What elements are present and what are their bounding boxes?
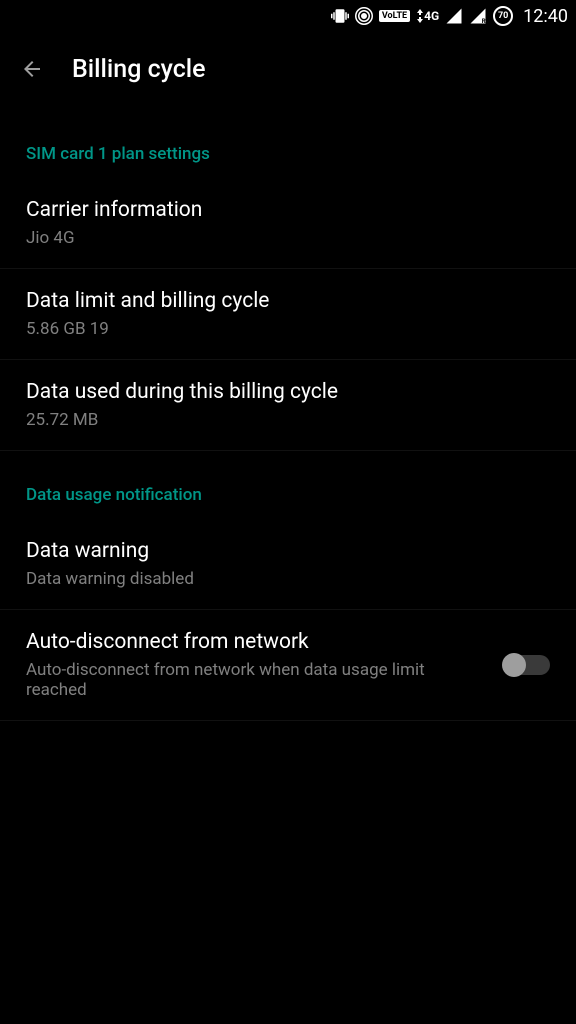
signal-icon-1 [445,7,463,25]
setting-data-warning[interactable]: Data warning Data warning disabled [0,519,576,610]
svg-text:R: R [482,18,486,25]
hotspot-icon [355,7,373,25]
auto-disconnect-toggle[interactable] [504,655,550,675]
network-type-indicator: 4G [416,9,439,23]
setting-title: Data used during this billing cycle [26,380,550,404]
setting-subtitle: 5.86 GB 19 [26,319,550,339]
setting-subtitle: Jio 4G [26,228,550,248]
setting-subtitle: Data warning disabled [26,569,550,589]
back-button[interactable] [20,57,44,81]
setting-subtitle: 25.72 MB [26,410,550,430]
setting-carrier-information[interactable]: Carrier information Jio 4G [0,178,576,269]
toggle-thumb [502,653,526,677]
section-header-data-usage-notification: Data usage notification [0,471,576,519]
status-bar: VoLTE 4G R 70 12:40 [0,0,576,32]
content: SIM card 1 plan settings Carrier informa… [0,106,576,721]
setting-subtitle: Auto-disconnect from network when data u… [26,660,488,700]
volte-badge: VoLTE [379,10,410,22]
setting-data-limit[interactable]: Data limit and billing cycle 5.86 GB 19 [0,269,576,360]
setting-auto-disconnect[interactable]: Auto-disconnect from network Auto-discon… [0,610,576,721]
setting-title: Auto-disconnect from network [26,630,488,654]
page-title: Billing cycle [72,55,206,84]
battery-icon: 70 [493,6,513,26]
signal-icon-2: R [469,7,487,25]
vibrate-icon [331,7,349,25]
setting-data-used[interactable]: Data used during this billing cycle 25.7… [0,360,576,451]
app-bar: Billing cycle [0,32,576,106]
setting-title: Carrier information [26,198,550,222]
setting-title: Data limit and billing cycle [26,289,550,313]
clock: 12:40 [523,6,568,27]
setting-title: Data warning [26,539,550,563]
section-header-plan-settings: SIM card 1 plan settings [0,130,576,178]
